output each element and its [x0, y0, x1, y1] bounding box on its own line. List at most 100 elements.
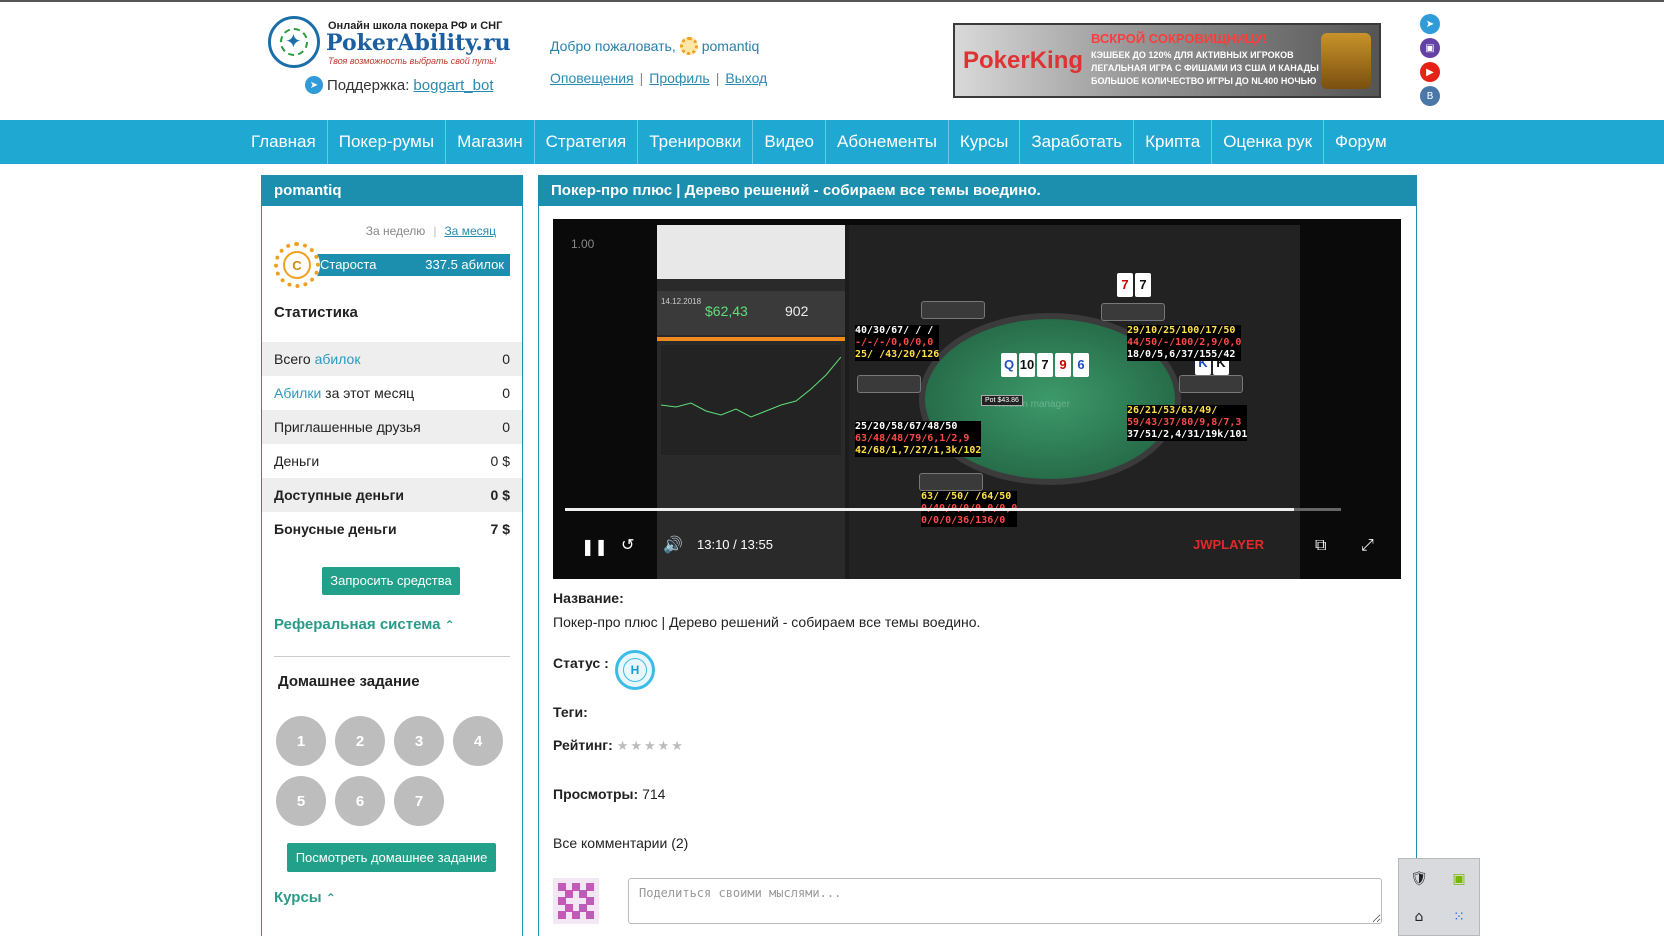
video-controls: ❚❚ ↺ 🔊 13:10 / 13:55 JWPLAYER ⧉ ⤢	[553, 519, 1401, 569]
pokerking-banner[interactable]: PokerKing ВСКРОЙ СОКРОВИЩНИЦУ! КЭШБЕК ДО…	[953, 23, 1381, 98]
comments-heading: Все комментарии (2)	[553, 835, 689, 851]
network-icon[interactable]: ⁙	[1449, 907, 1469, 927]
homework-item[interactable]: 2	[335, 716, 385, 766]
nvidia-icon[interactable]: ▣	[1449, 869, 1469, 889]
avatar	[553, 878, 599, 924]
status-badge: Н	[615, 650, 655, 690]
request-funds-button[interactable]: Запросить средства	[322, 567, 460, 595]
nav-subscriptions[interactable]: Абонементы	[826, 120, 949, 164]
banner-line: БОЛЬШОЕ КОЛИЧЕСТВО ИГРЫ ДО NL400 НОЧЬЮ	[1091, 76, 1317, 86]
period-week[interactable]: За неделю	[366, 224, 426, 238]
profile-link[interactable]: Профиль	[649, 70, 709, 86]
vk-icon[interactable]: В	[1420, 86, 1440, 106]
nav-forum[interactable]: Форум	[1324, 120, 1398, 164]
jwplayer-logo: JWPLAYER	[1193, 537, 1265, 552]
stat-value: 0	[502, 419, 510, 435]
stat-row: Всего абилок 0	[262, 342, 522, 376]
rewind-10-icon[interactable]: ↺	[621, 535, 634, 554]
nav-shop[interactable]: Магазин	[446, 120, 535, 164]
chevron-up-icon: ⌃	[325, 891, 336, 905]
frame-hands: 902	[785, 303, 809, 319]
site-logo[interactable]: ✦ Онлайн школа покера РФ и СНГ PokerAbil…	[268, 16, 511, 76]
identicon	[553, 878, 599, 924]
board-card: 9	[1055, 353, 1071, 377]
youtube-icon[interactable]: ▶	[1420, 62, 1440, 82]
support-label: Поддержка:	[327, 76, 410, 94]
referral-toggle[interactable]: Реферальная система ⌃	[274, 616, 455, 633]
logout-link[interactable]: Выход	[725, 70, 767, 86]
video-title: Покер-про плюс | Дерево решений - собира…	[539, 176, 1416, 206]
stats-heading: Статистика	[274, 304, 358, 321]
stat-row: Доступные деньги 0 $	[262, 478, 522, 512]
stat-value: 7 $	[490, 521, 510, 537]
homework-heading: Домашнее задание	[278, 673, 420, 690]
stat-value: 0	[502, 351, 510, 367]
twitch-icon[interactable]: ▣	[1420, 38, 1440, 58]
player-seat	[1101, 303, 1165, 321]
stat-value: 0 $	[490, 453, 510, 469]
playback-rate[interactable]: 1.00	[571, 237, 594, 251]
welcome-text: Добро пожаловать,	[550, 38, 676, 54]
homework-item[interactable]: 6	[335, 776, 385, 826]
view-homework-button[interactable]: Посмотреть домашнее задание	[287, 843, 496, 872]
homework-item[interactable]: 4	[453, 716, 503, 766]
fullscreen-icon[interactable]: ⤢	[1361, 535, 1374, 555]
window-top-border	[0, 0, 1664, 2]
nav-crypto[interactable]: Крипта	[1134, 120, 1213, 164]
rank-bar: Староста 337.5 абилок	[306, 254, 510, 276]
player-seat	[1179, 375, 1243, 393]
homework-item[interactable]: 1	[276, 716, 326, 766]
comment-input[interactable]	[628, 878, 1382, 924]
main-nav: Главная Покер-румы Магазин Стратегия Тре…	[0, 120, 1664, 164]
usb-drive-icon[interactable]: ⌂	[1409, 907, 1429, 927]
video-player[interactable]: 1.00 14.12.2018 $62,43 902 holdem manage…	[553, 219, 1401, 579]
system-tray-popup: 🛡 ▣ ⌂ ⁙	[1398, 858, 1480, 936]
banner-headline: ВСКРОЙ СОКРОВИЩНИЦУ!	[1091, 31, 1268, 46]
chip-icon	[679, 37, 698, 55]
nav-earn[interactable]: Заработать	[1020, 120, 1135, 164]
treasure-chest-icon	[1321, 33, 1371, 89]
hud-stats: 40/30/67/ / / -/-/-/0,0/0,0 25/ /43/20/126	[855, 325, 940, 361]
stat-row: Бонусные деньги 7 $	[262, 512, 522, 546]
sidebar-divider	[274, 656, 510, 657]
account-links: Оповещения | Профиль | Выход	[550, 70, 768, 86]
stat-value: 0	[502, 385, 510, 401]
rating-stars-icon[interactable]: ★★★★★	[617, 739, 685, 754]
notifications-link[interactable]: Оповещения	[550, 70, 634, 86]
chevron-up-icon: ⌃	[444, 618, 455, 632]
video-panel: Покер-про плюс | Дерево решений - собира…	[538, 175, 1417, 936]
nav-strategy[interactable]: Стратегия	[535, 120, 639, 164]
stat-value: 0 $	[490, 487, 510, 503]
header-username[interactable]: pomantiq	[702, 38, 760, 54]
pause-icon[interactable]: ❚❚	[581, 537, 608, 556]
picture-in-picture-icon[interactable]: ⧉	[1315, 535, 1326, 555]
courses-toggle[interactable]: Курсы ⌃	[274, 889, 336, 906]
nav-poker-rooms[interactable]: Покер-румы	[328, 120, 447, 164]
rank-chip-icon: С	[274, 242, 320, 288]
nav-video[interactable]: Видео	[753, 120, 826, 164]
nav-hand-review[interactable]: Оценка рук	[1212, 120, 1325, 164]
hud-stats: 25/20/58/67/48/50 63/48/48/79/6,1/2,9 42/6…	[855, 421, 982, 457]
banner-brand: PokerKing	[963, 47, 1084, 74]
views-count: 714	[642, 786, 666, 802]
homework-item[interactable]: 7	[394, 776, 444, 826]
nav-courses[interactable]: Курсы	[949, 120, 1021, 164]
telegram-icon[interactable]: ➤	[1420, 14, 1440, 34]
logo-name: PokerAbility.ru	[326, 30, 511, 56]
player-seat	[919, 473, 983, 491]
period-month[interactable]: За месяц	[444, 224, 496, 238]
volume-icon[interactable]: 🔊	[663, 535, 683, 554]
board-card: 6	[1073, 353, 1089, 377]
period-switch: За неделю | За месяц	[365, 224, 496, 238]
board-card: 10	[1019, 353, 1035, 377]
homework-item[interactable]: 5	[276, 776, 326, 826]
shield-icon[interactable]: 🛡	[1409, 869, 1429, 889]
pot-label: Pot $43.86	[981, 395, 1023, 406]
nav-home[interactable]: Главная	[240, 120, 328, 164]
banner-line: КЭШБЕК ДО 120% ДЛЯ АКТИВНЫХ ИГРОКОВ	[1091, 50, 1294, 60]
homework-item[interactable]: 3	[394, 716, 444, 766]
video-progress-bar[interactable]	[565, 508, 1341, 511]
support-link[interactable]: boggart_bot	[413, 77, 493, 94]
tags-label: Теги:	[553, 704, 588, 720]
nav-trainings[interactable]: Тренировки	[638, 120, 754, 164]
